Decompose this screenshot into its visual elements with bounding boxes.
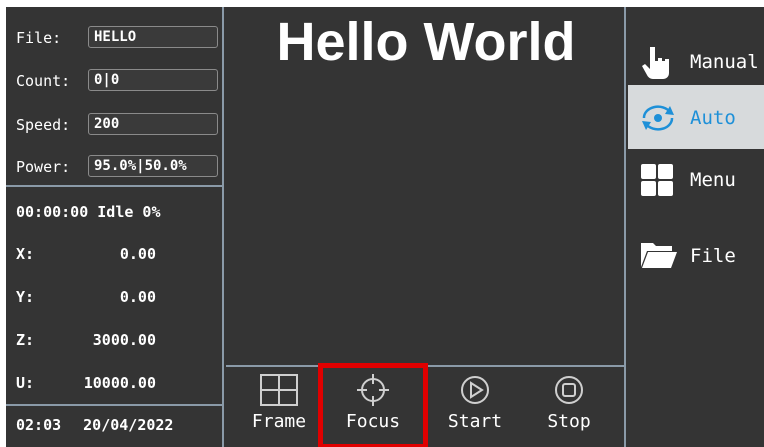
nav-menu[interactable]: Menu [628, 147, 764, 211]
grid-menu-icon [641, 164, 673, 196]
speed-row: Speed: 200 [6, 108, 224, 142]
stop-label: Stop [547, 411, 591, 432]
preview-title: Hello World [276, 12, 576, 72]
axis-x-label: X: [16, 245, 35, 263]
nav-auto[interactable]: Auto [628, 85, 764, 149]
focus-highlight-box [318, 363, 428, 447]
clock-time: 02:03 [16, 416, 62, 434]
count-row: Count: 0|0 [6, 64, 224, 98]
status-panel: File: HELLO Count: 0|0 Speed: 200 Power:… [6, 7, 224, 447]
speed-label: Speed: [16, 116, 71, 134]
frame-button[interactable]: Frame [234, 371, 324, 447]
nav-file-label: File [690, 245, 736, 267]
axis-y-label: Y: [16, 288, 35, 306]
speed-field[interactable]: 200 [88, 113, 218, 135]
start-label: Start [447, 411, 503, 432]
footer-divider [6, 404, 224, 406]
power-field[interactable]: 95.0%|50.0% [88, 155, 218, 177]
frame-icon [260, 374, 298, 406]
mode-nav: Manual Auto Menu File [628, 7, 764, 447]
nav-file[interactable]: File [628, 223, 764, 287]
count-label: Count: [16, 72, 71, 90]
stop-icon [555, 376, 583, 404]
nav-menu-label: Menu [690, 169, 736, 191]
axis-z-value: 3000.00 [92, 331, 156, 349]
status-divider [6, 185, 224, 187]
run-status: 00:00:00 Idle 0% [16, 203, 161, 221]
axis-y-value: 0.00 [119, 288, 156, 306]
count-field[interactable]: 0|0 [88, 69, 218, 91]
power-row: Power: 95.0%|50.0% [6, 150, 224, 184]
file-row: File: HELLO [6, 21, 224, 55]
auto-cycle-icon [642, 105, 674, 131]
nav-auto-label: Auto [690, 107, 736, 129]
frame-label: Frame [251, 411, 307, 432]
axis-z-label: Z: [16, 331, 35, 349]
stop-button[interactable]: Stop [524, 371, 614, 447]
nav-manual[interactable]: Manual [628, 29, 764, 93]
axis-x-value: 0.00 [119, 245, 156, 263]
clock: 02:03 20/04/2022 [16, 416, 195, 434]
play-icon [461, 376, 489, 404]
file-field[interactable]: HELLO [88, 26, 218, 48]
start-button[interactable]: Start [430, 371, 520, 447]
preview-area: Hello World Frame Focus Start Stop [226, 7, 626, 447]
controller-screen: File: HELLO Count: 0|0 Speed: 200 Power:… [6, 7, 764, 447]
axis-u-value: 10000.00 [83, 374, 156, 392]
folder-icon [641, 243, 677, 268]
file-label: File: [16, 29, 62, 47]
nav-manual-label: Manual [690, 51, 759, 73]
power-label: Power: [16, 158, 71, 176]
hand-pointer-icon [642, 47, 669, 79]
bottom-toolbar: Frame Focus Start Stop [226, 363, 626, 447]
clock-date: 20/04/2022 [83, 416, 174, 434]
axis-u-label: U: [16, 374, 35, 392]
